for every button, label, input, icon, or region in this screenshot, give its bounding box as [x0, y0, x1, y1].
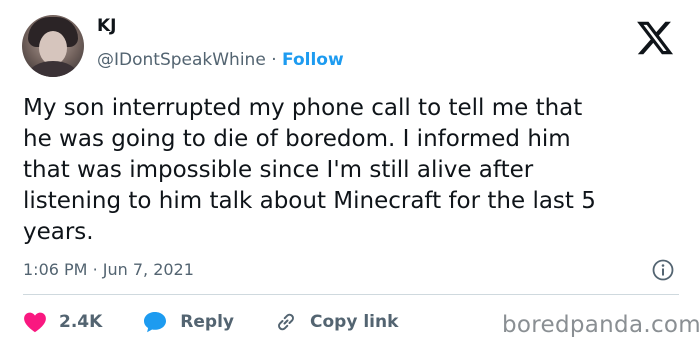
user-handle[interactable]: @IDontSpeakWhine: [97, 50, 266, 70]
avatar-body: [28, 61, 78, 77]
like-count: 2.4K: [59, 312, 103, 332]
handle-row: @IDontSpeakWhine · Follow: [97, 50, 344, 70]
heart-icon: [24, 312, 46, 333]
copy-link-label: Copy link: [310, 312, 399, 332]
tweet-date: Jun 7, 2021: [102, 260, 194, 279]
reply-label: Reply: [180, 312, 234, 332]
avatar[interactable]: [22, 15, 84, 77]
info-icon[interactable]: [651, 258, 675, 282]
like-button[interactable]: 2.4K: [23, 311, 102, 333]
reply-button[interactable]: Reply: [142, 310, 234, 334]
timestamp[interactable]: 1:06 PM · Jun 7, 2021: [23, 260, 194, 279]
action-bar: 2.4K Reply Copy link: [23, 309, 438, 335]
tweet-text: My son interrupted my phone call to tell…: [23, 95, 596, 245]
date-separator: ·: [92, 260, 98, 279]
divider: [23, 294, 679, 295]
watermark: boredpanda.com: [502, 312, 700, 338]
user-name[interactable]: KJ: [97, 16, 117, 36]
reply-bubble-icon: [144, 312, 167, 333]
link-icon: [278, 313, 294, 331]
follow-button[interactable]: Follow: [282, 50, 344, 70]
tweet-time: 1:06 PM: [23, 260, 88, 279]
x-logo-icon[interactable]: [634, 18, 676, 58]
handle-separator: ·: [271, 50, 277, 70]
avatar-face: [39, 31, 67, 65]
copy-link-button[interactable]: Copy link: [274, 310, 398, 334]
